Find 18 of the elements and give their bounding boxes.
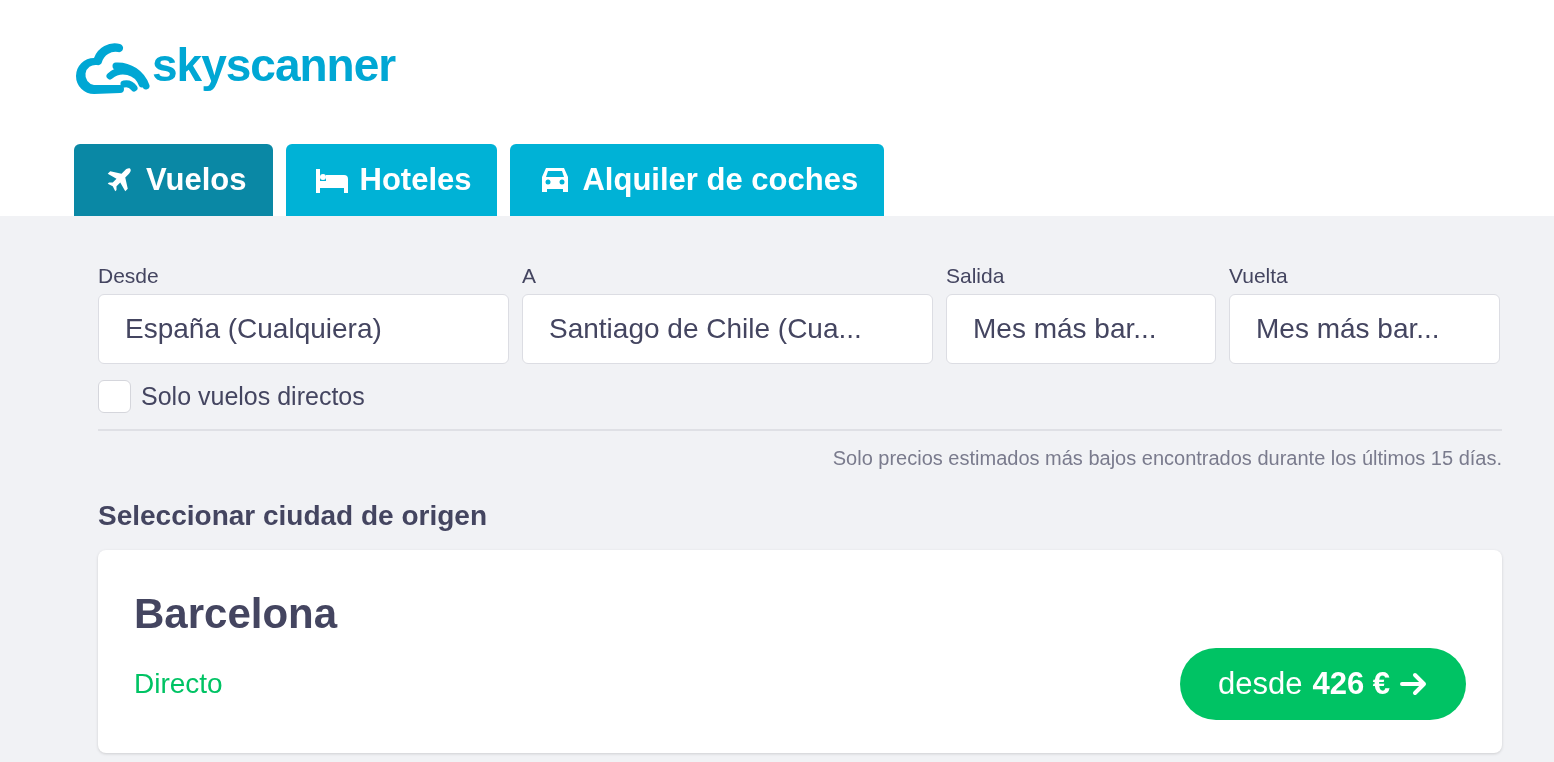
car-icon xyxy=(540,166,571,194)
field-label: Salida xyxy=(946,264,1005,288)
input-field[interactable]: Mes más bar... xyxy=(946,294,1216,364)
field-label: Desde xyxy=(98,264,159,288)
note-text: Solo precios estimados más bajos encontrados durante los últimos 15 días. xyxy=(832,447,1502,470)
arrow-right-icon xyxy=(1400,672,1428,696)
input-field[interactable]: España (Cualquiera) xyxy=(98,294,509,364)
stops-label: Directo xyxy=(134,668,223,700)
city-name: Barcelona xyxy=(134,590,338,638)
checkbox[interactable] xyxy=(98,380,131,413)
field-label: A xyxy=(522,264,536,288)
checkbox-label[interactable]: Solo vuelos directos xyxy=(141,382,365,411)
input-field[interactable]: Santiago de Chile (Cua... xyxy=(522,294,933,364)
field-label: Vuelta xyxy=(1229,264,1288,288)
bed-icon xyxy=(315,167,348,193)
section-title: Seleccionar ciudad de origen xyxy=(98,500,487,531)
input-field[interactable]: Mes más bar... xyxy=(1229,294,1500,364)
tab[interactable]: Vuelos xyxy=(74,144,273,216)
